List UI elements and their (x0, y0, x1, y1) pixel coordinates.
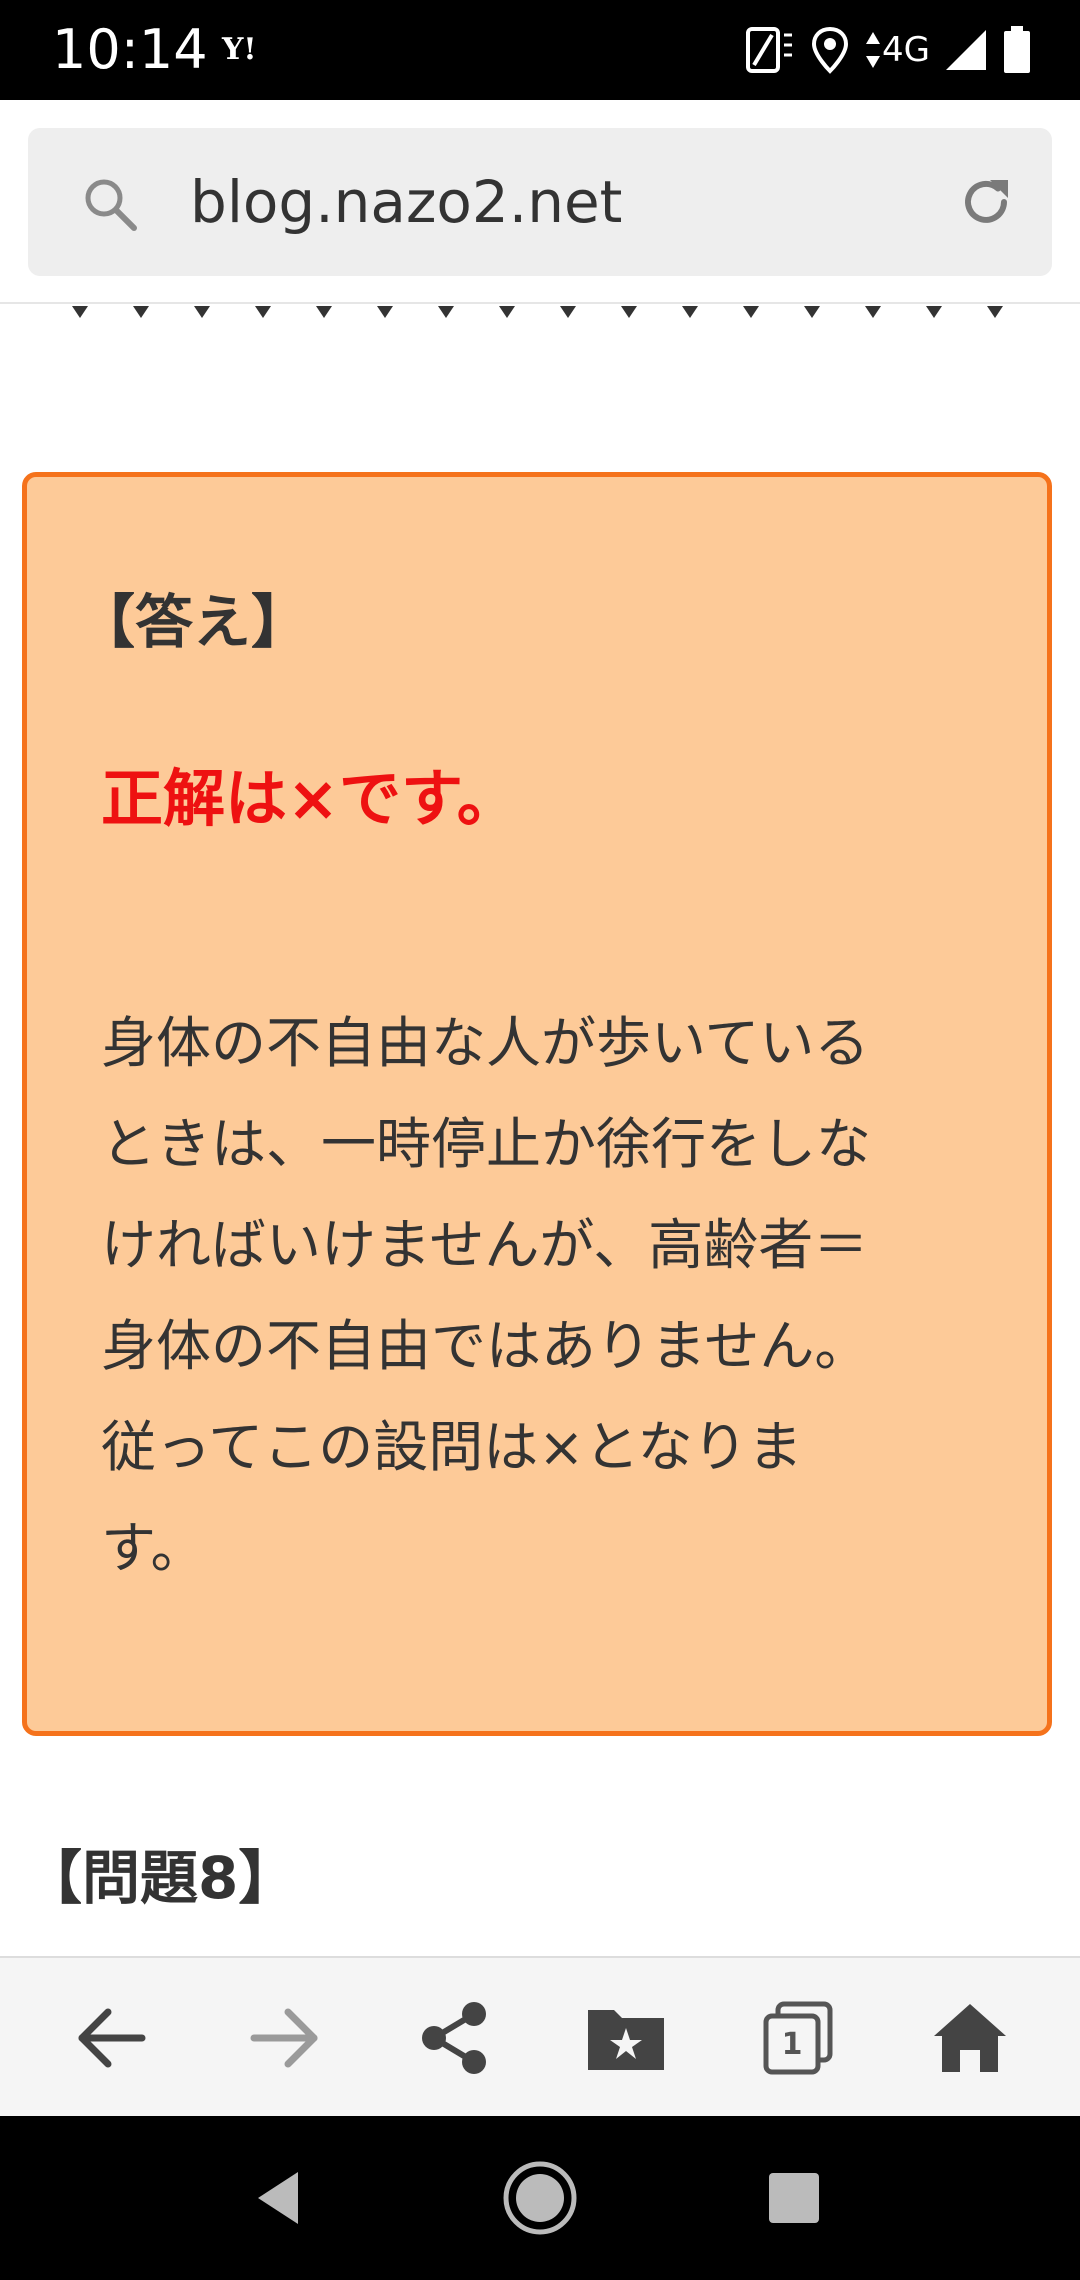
system-navigation-bar (0, 2116, 1080, 2280)
status-bar: 10:14 Y! 4G (0, 0, 1080, 100)
triangle-back-icon (258, 2172, 298, 2224)
divider-dot (377, 306, 393, 318)
page-content: 【答え】 正解は×です。 身体の不自由な人が歩いている ときは、一時停止か徐行を… (0, 304, 1080, 1956)
divider-dot (987, 306, 1003, 318)
back-button[interactable] (52, 1958, 172, 2118)
system-recents-button[interactable] (744, 2148, 844, 2248)
answer-heading: 【答え】 (77, 588, 310, 656)
search-icon (80, 174, 140, 238)
vibrate-icon (742, 25, 796, 75)
divider-dot (621, 306, 637, 318)
bookmark-folder-icon (588, 2010, 664, 2070)
network-type: 4G (882, 30, 930, 70)
divider-dot (926, 306, 942, 318)
battery-icon (1002, 26, 1032, 74)
divider-dot (499, 306, 515, 318)
divider-dot (804, 306, 820, 318)
bookmarks-button[interactable] (566, 1958, 686, 2118)
tabs-button[interactable]: 1 (738, 1958, 858, 2118)
home-icon (934, 2004, 1006, 2072)
browser-address-area: blog.nazo2.net (0, 100, 1080, 304)
answer-correct-text: 正解は×です。 (101, 762, 519, 835)
signal-icon (944, 28, 988, 72)
dotted-divider (72, 306, 1003, 318)
next-question-heading: 【問題8】 (24, 1844, 297, 1912)
divider-dot (865, 306, 881, 318)
divider-dot (682, 306, 698, 318)
square-recents-icon (769, 2173, 819, 2223)
system-home-button[interactable] (490, 2148, 590, 2248)
yahoo-notification-icon: Y! (222, 32, 257, 67)
divider-dot (438, 306, 454, 318)
system-back-button[interactable] (230, 2148, 330, 2248)
forward-button[interactable] (224, 1958, 344, 2118)
share-button[interactable] (396, 1958, 516, 2118)
share-icon (422, 2002, 486, 2074)
network-indicator: 4G (864, 22, 930, 78)
divider-dot (316, 306, 332, 318)
address-bar[interactable]: blog.nazo2.net (28, 128, 1052, 276)
status-icons: 4G (742, 22, 1032, 78)
divider-dot (133, 306, 149, 318)
data-arrows-icon (866, 32, 881, 68)
divider-dot (255, 306, 271, 318)
status-time: 10:14 (52, 18, 208, 81)
divider-dot (194, 306, 210, 318)
answer-box: 【答え】 正解は×です。 身体の不自由な人が歩いている ときは、一時停止か徐行を… (22, 472, 1052, 1736)
circle-home-icon (503, 2161, 577, 2235)
url-text: blog.nazo2.net (190, 168, 623, 236)
divider-dot (72, 306, 88, 318)
tabs-icon: 1 (758, 1998, 838, 2078)
tabs-count: 1 (781, 2026, 803, 2062)
back-arrow-icon (78, 2008, 146, 2068)
home-button[interactable] (910, 1958, 1030, 2118)
forward-arrow-icon (250, 2008, 318, 2068)
reload-icon[interactable] (956, 172, 1016, 236)
divider-dot (560, 306, 576, 318)
answer-explanation: 身体の不自由な人が歩いている ときは、一時停止か徐行をしな ければいけませんが、… (101, 1011, 872, 1580)
divider-dot (743, 306, 759, 318)
browser-toolbar: 1 (0, 1956, 1080, 2118)
location-icon (810, 25, 850, 75)
